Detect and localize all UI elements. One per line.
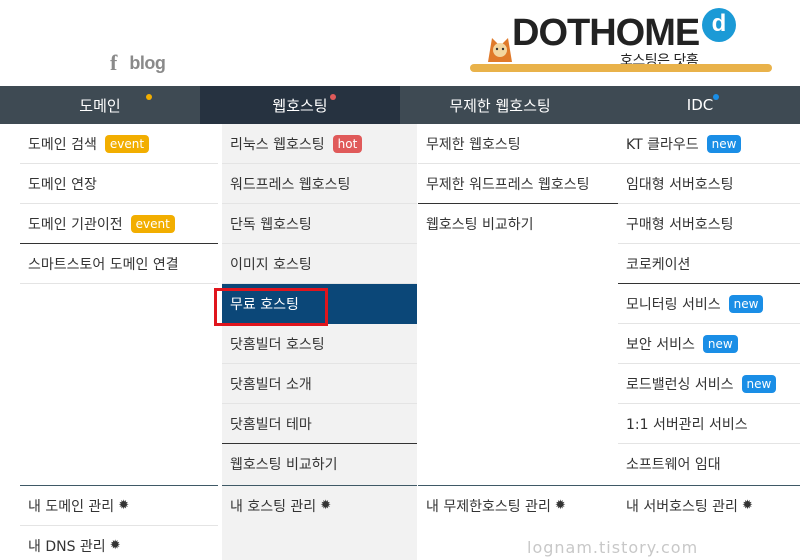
menu-item-label: 로드밸런싱 서비스 <box>626 376 734 393</box>
notification-dot <box>146 94 152 100</box>
blog-link[interactable]: blog <box>129 53 166 74</box>
menu-item-kt-cloud[interactable]: KT 클라우드 new <box>618 124 800 164</box>
menu-item-domain-search[interactable]: 도메인 검색 event <box>20 124 218 164</box>
menu-item-label: 웹호스팅 비교하기 <box>230 457 338 473</box>
domain-menu: 도메인 검색 event 도메인 연장 도메인 기관이전 event 스마트스토… <box>20 124 218 560</box>
menu-item-label: 1:1 서버관리 서비스 <box>626 416 748 433</box>
menu-item-unlimited-compare[interactable]: 웹호스팅 비교하기 <box>418 204 618 244</box>
event-badge: event <box>104 134 150 153</box>
menu-item-label: 스마트스토어 도메인 연결 <box>28 256 179 273</box>
menu-item-smartstore-domain[interactable]: 스마트스토어 도메인 연결 <box>20 244 218 284</box>
menu-item-builder-theme[interactable]: 닷홈빌더 테마 <box>222 404 417 444</box>
menu-item-label: 무제한 워드프레스 웹호스팅 <box>426 176 590 193</box>
tab-idc[interactable]: IDC <box>600 86 800 124</box>
menu-item-label: KT 클라우드 <box>626 136 699 153</box>
menu-item-label: 닷홈빌더 호스팅 <box>230 336 325 353</box>
menu-item-software-rental[interactable]: 소프트웨어 임대 <box>618 444 800 484</box>
gear-icon: ✹ <box>554 498 566 513</box>
event-badge: event <box>130 214 175 233</box>
menu-item-label: 워드프레스 웹호스팅 <box>230 176 351 193</box>
gear-icon: ✹ <box>109 538 121 553</box>
menu-item-label: 단독 웹호스팅 <box>230 216 312 233</box>
menu-item-label: 구매형 서버호스팅 <box>626 216 734 233</box>
notification-dot <box>330 94 336 100</box>
tab-label: 무제한 웹호스팅 <box>449 96 551 115</box>
new-badge: new <box>741 374 777 393</box>
menu-item-label: 닷홈빌더 소개 <box>230 376 312 393</box>
menu-item-label: 닷홈빌더 테마 <box>230 416 312 433</box>
menu-item-label: 소프트웨어 임대 <box>626 457 721 473</box>
menu-item-unlimited-wordpress[interactable]: 무제한 워드프레스 웹호스팅 <box>418 164 618 204</box>
menu-item-label: 임대형 서버호스팅 <box>626 176 734 193</box>
watermark: lognam.tistory.com <box>527 538 699 557</box>
dothome-logo[interactable]: DOTHOME d 호스팅은 닷홈 <box>470 6 772 76</box>
menu-item-label: 코로케이션 <box>626 256 691 273</box>
menu-item-label: 이미지 호스팅 <box>230 256 312 273</box>
manage-label: 내 도메인 관리 <box>28 498 115 515</box>
tab-label: 도메인 <box>79 96 121 115</box>
tab-webhosting[interactable]: 웹호스팅 <box>200 86 400 124</box>
menu-item-rental-server[interactable]: 임대형 서버호스팅 <box>618 164 800 204</box>
gear-icon: ✹ <box>320 498 332 513</box>
manage-label: 내 무제한호스팅 관리 <box>426 498 551 515</box>
manage-label: 내 서버호스팅 관리 <box>626 498 738 515</box>
menu-item-server-management[interactable]: 1:1 서버관리 서비스 <box>618 404 800 444</box>
new-badge: new <box>706 134 742 153</box>
menu-item-label: 도메인 기관이전 <box>28 216 123 233</box>
logo-mark: d <box>702 8 736 42</box>
menu-item-label: 웹호스팅 비교하기 <box>426 217 534 233</box>
menu-item-linux-hosting[interactable]: 리눅스 웹호스팅 hot <box>222 124 417 164</box>
menu-item-builder-hosting[interactable]: 닷홈빌더 호스팅 <box>222 324 417 364</box>
new-badge: new <box>702 334 738 353</box>
menu-item-label: 도메인 검색 <box>28 136 97 153</box>
menu-item-label: 도메인 연장 <box>28 176 97 193</box>
menu-item-hosting-compare[interactable]: 웹호스팅 비교하기 <box>222 444 417 484</box>
logo-decoration <box>470 64 772 72</box>
menu-item-builder-intro[interactable]: 닷홈빌더 소개 <box>222 364 417 404</box>
highlight-annotation <box>214 288 328 326</box>
menu-item-monitoring[interactable]: 모니터링 서비스 new <box>618 284 800 324</box>
tab-label: 웹호스팅 <box>272 96 328 115</box>
tab-unlimited-webhosting[interactable]: 무제한 웹호스팅 <box>400 86 600 124</box>
menu-item-load-balancing[interactable]: 로드밸런싱 서비스 new <box>618 364 800 404</box>
social-links: f blog <box>110 52 166 74</box>
menu-item-wordpress-hosting[interactable]: 워드프레스 웹호스팅 <box>222 164 417 204</box>
my-server-manage-link[interactable]: 내 서버호스팅 관리 ✹ <box>618 485 800 525</box>
new-badge: new <box>728 294 764 313</box>
menu-item-image-hosting[interactable]: 이미지 호스팅 <box>222 244 417 284</box>
logo-brand: DOTHOME <box>512 12 700 54</box>
gear-icon: ✹ <box>741 498 753 513</box>
facebook-icon[interactable]: f <box>110 52 117 74</box>
menu-item-label: 무제한 웹호스팅 <box>426 136 521 153</box>
menu-item-unlimited-hosting[interactable]: 무제한 웹호스팅 <box>418 124 618 164</box>
menu-item-label: 모니터링 서비스 <box>626 296 721 313</box>
tab-domain[interactable]: 도메인 <box>0 86 200 124</box>
idc-menu: KT 클라우드 new 임대형 서버호스팅 구매형 서버호스팅 코로케이션 모니… <box>618 124 800 560</box>
menu-item-label: 리눅스 웹호스팅 <box>230 136 325 153</box>
manage-label: 내 호스팅 관리 <box>230 498 317 515</box>
menu-item-dedicated-hosting[interactable]: 단독 웹호스팅 <box>222 204 417 244</box>
my-domain-manage-link[interactable]: 내 도메인 관리 ✹ <box>20 485 218 525</box>
gear-icon: ✹ <box>118 498 130 513</box>
unlimited-menu: 무제한 웹호스팅 무제한 워드프레스 웹호스팅 웹호스팅 비교하기 내 무제한호… <box>418 124 618 560</box>
menu-item-security[interactable]: 보안 서비스 new <box>618 324 800 364</box>
menu-item-domain-transfer[interactable]: 도메인 기관이전 event <box>20 204 218 244</box>
tab-label: IDC <box>686 96 714 114</box>
hot-badge: hot <box>332 134 363 153</box>
header: f blog DOTHOME d 호스팅은 닷홈 <box>0 0 800 86</box>
my-hosting-manage-link[interactable]: 내 호스팅 관리 ✹ <box>222 485 417 525</box>
main-nav: 도메인 웹호스팅 무제한 웹호스팅 IDC <box>0 86 800 124</box>
menu-item-purchase-server[interactable]: 구매형 서버호스팅 <box>618 204 800 244</box>
manage-label: 내 DNS 관리 <box>28 538 106 555</box>
menu-item-label: 보안 서비스 <box>626 336 695 353</box>
menu-item-domain-renew[interactable]: 도메인 연장 <box>20 164 218 204</box>
menu-item-colocation[interactable]: 코로케이션 <box>618 244 800 284</box>
my-dns-manage-link[interactable]: 내 DNS 관리 ✹ <box>20 525 218 560</box>
notification-dot <box>713 94 719 100</box>
webhosting-menu: 리눅스 웹호스팅 hot 워드프레스 웹호스팅 단독 웹호스팅 이미지 호스팅 … <box>222 124 417 560</box>
my-unlimited-manage-link[interactable]: 내 무제한호스팅 관리 ✹ <box>418 485 618 525</box>
